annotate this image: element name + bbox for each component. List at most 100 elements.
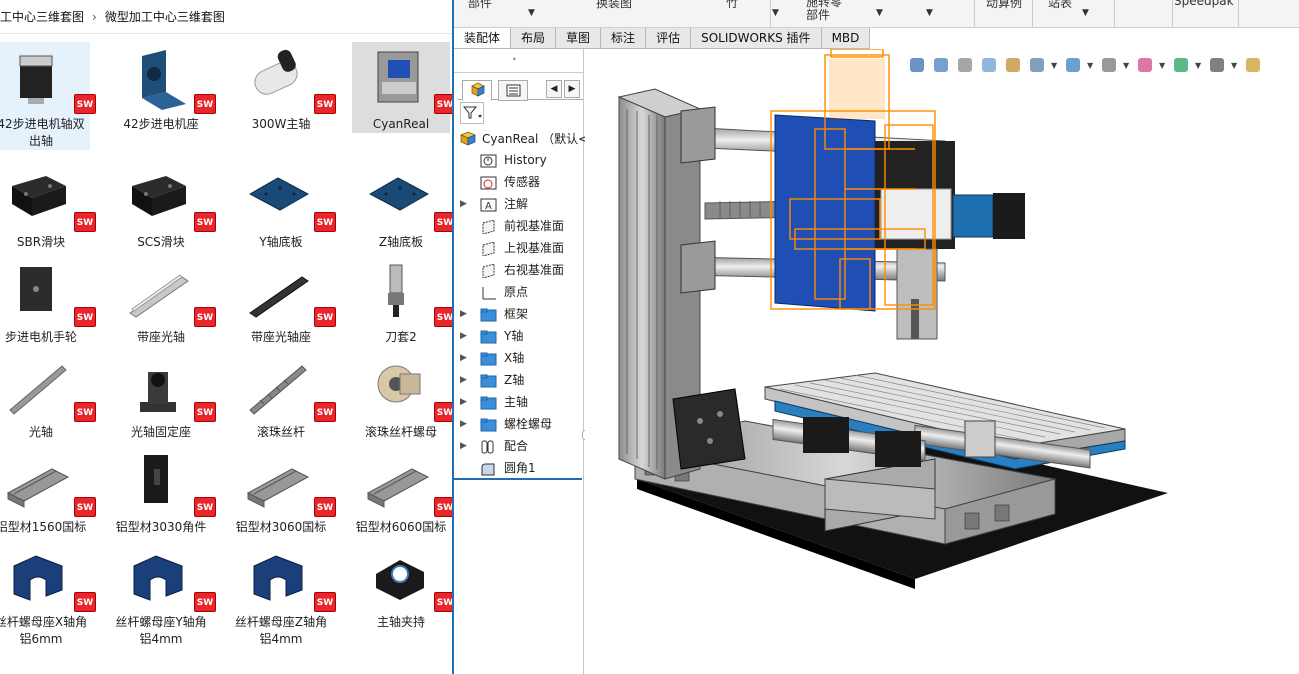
tree-node[interactable]: ▶ X轴 bbox=[454, 347, 584, 369]
chevron-right-icon[interactable]: ▶ bbox=[460, 193, 467, 215]
file-item[interactable]: SW 42步进电机轴双出轴 bbox=[0, 42, 96, 150]
file-item[interactable]: SW 300W主轴 bbox=[232, 42, 336, 133]
file-item[interactable]: SW 带座光轴座 bbox=[232, 255, 336, 346]
rollback-bar[interactable] bbox=[454, 478, 582, 480]
tab-assembly[interactable]: 装配体 bbox=[454, 28, 512, 48]
tree-node-label: X轴 bbox=[504, 351, 525, 365]
tab-addins[interactable]: SOLIDWORKS 插件 bbox=[691, 28, 822, 48]
tree-node[interactable]: History bbox=[454, 149, 584, 171]
tree-node-label: 框架 bbox=[504, 307, 529, 321]
file-thumbnail: SW bbox=[0, 255, 96, 329]
file-item[interactable]: SW 刀套2 bbox=[352, 255, 452, 346]
toolbar-label-bom[interactable]: 站表 bbox=[1048, 0, 1072, 11]
file-item[interactable]: SW 光轴固定座 bbox=[112, 350, 216, 441]
file-label: 丝杆螺母座X轴角铝6mm bbox=[0, 615, 88, 646]
graphics-viewport[interactable]: ▼ ▼ ▼ ▼ ▼ ▼ bbox=[585, 49, 1299, 674]
scroll-right-icon[interactable]: ▶ bbox=[564, 80, 580, 98]
file-item[interactable]: SW 步进电机手轮 bbox=[0, 255, 96, 346]
file-item[interactable]: SW 42步进电机座 bbox=[112, 42, 216, 133]
file-item[interactable]: SW 丝杆螺母座Z轴角铝4mm bbox=[232, 540, 336, 648]
file-item[interactable]: SW 铝型材6060国标 bbox=[352, 445, 452, 536]
tree-node[interactable]: ▶ Y轴 bbox=[454, 325, 584, 347]
file-label: 42步进电机座 bbox=[123, 117, 199, 131]
file-item[interactable]: SW 主轴夹持 bbox=[352, 540, 452, 631]
file-item[interactable]: SW 光轴 bbox=[0, 350, 96, 441]
folder-icon bbox=[480, 373, 497, 388]
splitter-dot-icon[interactable]: • bbox=[512, 55, 517, 64]
property-manager-tab[interactable] bbox=[498, 80, 528, 101]
chevron-down-icon[interactable]: ▼ bbox=[926, 8, 933, 18]
chevron-down-icon[interactable]: ▼ bbox=[1082, 8, 1089, 18]
file-item[interactable]: SW SCS滑块 bbox=[112, 160, 216, 251]
tab-evaluate[interactable]: 评估 bbox=[646, 28, 692, 48]
tree-node[interactable]: ▶ 框架 bbox=[454, 303, 584, 325]
chevron-right-icon[interactable]: ▶ bbox=[460, 435, 467, 457]
cnc-machine-model[interactable] bbox=[585, 49, 1299, 674]
toolbar-divider bbox=[1114, 0, 1115, 27]
toolbar-label-rotate-component[interactable]: 施转零部件 bbox=[806, 0, 846, 22]
file-item[interactable]: SW 丝杆螺母座X轴角铝6mm bbox=[0, 540, 96, 648]
fillet-icon bbox=[480, 461, 497, 476]
tree-node[interactable]: 传感器 bbox=[454, 171, 584, 193]
file-item[interactable]: SW SBR滑块 bbox=[0, 160, 96, 251]
chevron-right-icon[interactable]: ▶ bbox=[460, 325, 467, 347]
file-item[interactable]: SW 铝型材1560国标 bbox=[0, 445, 96, 536]
toolbar-label-parts[interactable]: 部件 bbox=[468, 0, 492, 11]
tree-node[interactable]: ▶ 配合 bbox=[454, 435, 584, 457]
aluminum-profile-icon bbox=[6, 468, 70, 508]
file-item[interactable]: SW 铝型材3060国标 bbox=[232, 445, 336, 536]
solidworks-badge-icon: SW bbox=[314, 592, 336, 612]
tree-node[interactable]: 上视基准面 bbox=[454, 237, 584, 259]
chevron-right-icon[interactable]: ▶ bbox=[460, 391, 467, 413]
file-thumbnail: SW bbox=[232, 540, 336, 614]
file-item[interactable]: SW 丝杆螺母座Y轴角铝4mm bbox=[112, 540, 216, 648]
motor-mount-icon bbox=[142, 50, 186, 110]
tree-node[interactable]: ▶ 主轴 bbox=[454, 391, 584, 413]
tree-node[interactable]: 右视基准面 bbox=[454, 259, 584, 281]
chevron-right-icon[interactable]: ▶ bbox=[460, 369, 467, 391]
tab-sketch[interactable]: 草图 bbox=[556, 28, 602, 48]
toolbar-label-speedpak[interactable]: Speedpak bbox=[1174, 0, 1234, 8]
solidworks-badge-icon: SW bbox=[194, 307, 216, 327]
tree-root-label: CyanReal （默认<默 bbox=[482, 132, 601, 146]
file-explorer-window: 工中心三维套图 › 微型加工中心三维套图 SW 42步进电机轴双出轴 SW 42步进电… bbox=[0, 0, 452, 674]
breadcrumb[interactable]: 工中心三维套图 › 微型加工中心三维套图 bbox=[0, 0, 452, 34]
chevron-down-icon[interactable]: ▼ bbox=[876, 8, 883, 18]
feature-tree-tab[interactable] bbox=[462, 80, 492, 101]
tree-node[interactable]: ▶ 螺栓螺母 bbox=[454, 413, 584, 435]
solidworks-badge-icon: SW bbox=[434, 94, 452, 114]
corner-bracket-icon bbox=[144, 455, 168, 503]
file-item[interactable]: SW Z轴底板 bbox=[352, 160, 452, 251]
breadcrumb-item-current[interactable]: 微型加工中心三维套图 bbox=[105, 8, 225, 25]
chevron-down-icon[interactable]: ▼ bbox=[772, 8, 779, 18]
tree-node[interactable]: ▶ A 注解 bbox=[454, 193, 584, 215]
solidworks-badge-icon: SW bbox=[194, 402, 216, 422]
toolbar-label-bamboo[interactable]: 竹 bbox=[726, 0, 738, 11]
tab-layout[interactable]: 布局 bbox=[511, 28, 557, 48]
tab-markup[interactable]: 标注 bbox=[601, 28, 647, 48]
scroll-left-icon[interactable]: ◀ bbox=[546, 80, 562, 98]
file-item[interactable]: SW 铝型材3030角件 bbox=[112, 445, 216, 536]
chevron-down-icon[interactable]: ▼ bbox=[528, 8, 535, 18]
tree-node[interactable]: 前视基准面 bbox=[454, 215, 584, 237]
tree-node[interactable]: 原点 bbox=[454, 281, 584, 303]
toolbar-label-exploded[interactable]: 换装图 bbox=[596, 0, 632, 11]
file-item[interactable]: SW 滚珠丝杆 bbox=[232, 350, 336, 441]
nut-seat-icon bbox=[133, 555, 183, 601]
feature-tree: History 传感器 ▶ A 注解 前视基准面 上视基准面 右视基准面 原点 ▶ 框架 ▶ Y轴 ▶ X轴… bbox=[454, 149, 584, 479]
tab-mbd[interactable]: MBD bbox=[821, 28, 871, 48]
file-item[interactable]: SW Y轴底板 bbox=[232, 160, 336, 251]
toolbar-label-motion-study[interactable]: 动算例 bbox=[986, 0, 1022, 11]
tree-node[interactable]: 圆角1 bbox=[454, 457, 584, 479]
breadcrumb-item-parent[interactable]: 工中心三维套图 bbox=[0, 8, 84, 25]
tree-node[interactable]: ▶ Z轴 bbox=[454, 369, 584, 391]
file-item[interactable]: SW 滚珠丝杆螺母 bbox=[352, 350, 452, 441]
chevron-right-icon[interactable]: ▶ bbox=[460, 303, 467, 325]
tree-node-label: 前视基准面 bbox=[504, 219, 565, 233]
solidworks-badge-icon: SW bbox=[74, 497, 96, 517]
chevron-right-icon[interactable]: ▶ bbox=[460, 347, 467, 369]
chevron-right-icon[interactable]: ▶ bbox=[460, 413, 467, 435]
file-item[interactable]: SW CyanReal bbox=[352, 42, 452, 133]
filter-icon[interactable] bbox=[460, 102, 484, 124]
file-item[interactable]: SW 带座光轴 bbox=[112, 255, 216, 346]
